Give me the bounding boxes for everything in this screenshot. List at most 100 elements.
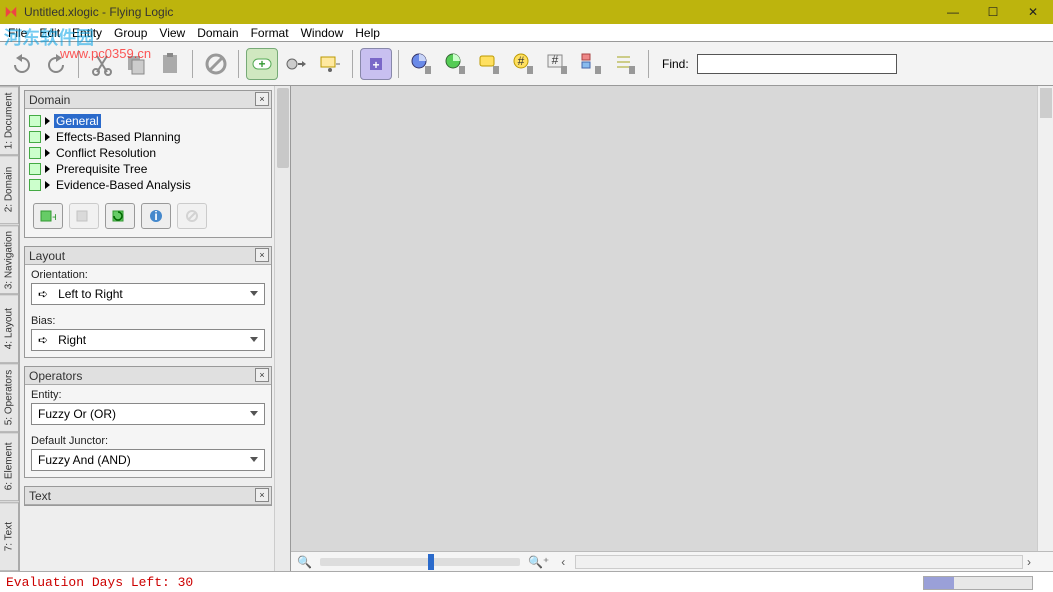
vtab-text[interactable]: 7: Text: [0, 502, 19, 571]
add-group-button[interactable]: [314, 48, 346, 80]
layout-panel-header: Layout ×: [25, 247, 271, 265]
expand-icon[interactable]: [45, 149, 50, 157]
domain-item-conflict[interactable]: Conflict Resolution: [29, 145, 267, 161]
domain-item-prerequisite[interactable]: Prerequisite Tree: [29, 161, 267, 177]
app-icon: [4, 5, 18, 19]
domain-item-evidence[interactable]: Evidence-Based Analysis: [29, 177, 267, 193]
menu-file[interactable]: File: [2, 25, 33, 41]
statusbar: Evaluation Days Left: 30: [0, 572, 1053, 592]
paste-button[interactable]: [154, 48, 186, 80]
link-domain-button: [69, 203, 99, 229]
domain-item-general[interactable]: General: [29, 113, 267, 129]
expand-icon[interactable]: [45, 165, 50, 173]
diagram-canvas[interactable]: [291, 86, 1053, 551]
expand-icon[interactable]: [45, 181, 50, 189]
vtab-document[interactable]: 1: Document: [0, 86, 19, 155]
text-panel: Text ×: [24, 486, 272, 506]
orientation-value: Left to Right: [58, 287, 123, 301]
sidebar-scrollbar[interactable]: [274, 86, 290, 571]
entity-label: Entity:: [25, 385, 271, 403]
vtab-operators[interactable]: 5: Operators: [0, 363, 19, 432]
vtab-navigation[interactable]: 3: Navigation: [0, 225, 19, 294]
toolbar-separator: [648, 50, 650, 78]
redo-button[interactable]: [40, 48, 72, 80]
menu-help[interactable]: Help: [349, 25, 386, 41]
domain-item-label: Evidence-Based Analysis: [54, 178, 193, 192]
maximize-button[interactable]: ☐: [973, 0, 1013, 24]
domain-item-label: Conflict Resolution: [54, 146, 158, 160]
menu-domain[interactable]: Domain: [191, 25, 244, 41]
entity-select[interactable]: Fuzzy Or (OR): [31, 403, 265, 425]
arrow-right-icon: ➪: [38, 287, 48, 301]
scrollbar-thumb[interactable]: [277, 88, 289, 168]
domain-icon: [29, 179, 41, 191]
add-node-button[interactable]: [280, 48, 312, 80]
find-input[interactable]: [697, 54, 897, 74]
canvas-horizontal-scrollbar[interactable]: [575, 555, 1023, 569]
orientation-select[interactable]: ➪ Left to Right: [31, 283, 265, 305]
junctor-value: Fuzzy And (AND): [38, 453, 131, 467]
zoom-slider-handle[interactable]: [428, 554, 434, 570]
titlebar: Untitled.xlogic - Flying Logic — ☐ ✕: [0, 0, 1053, 24]
layout-lines-button[interactable]: [610, 48, 642, 80]
bias-select[interactable]: ➪ Right: [31, 329, 265, 351]
svg-text:+: +: [52, 210, 56, 223]
sidebar: Domain × General Effects-Based Planning: [20, 86, 290, 571]
operators-panel-close-icon[interactable]: ×: [255, 368, 269, 382]
domain-panel-close-icon[interactable]: ×: [255, 92, 269, 106]
confidence-yellow-button[interactable]: [474, 48, 506, 80]
domain-icon: [29, 147, 41, 159]
text-panel-close-icon[interactable]: ×: [255, 488, 269, 502]
scroll-left-icon[interactable]: ‹: [561, 555, 565, 569]
domain-item-effects[interactable]: Effects-Based Planning: [29, 129, 267, 145]
copy-button[interactable]: [120, 48, 152, 80]
domain-item-label: Effects-Based Planning: [54, 130, 183, 144]
vtab-element[interactable]: 6: Element: [0, 432, 19, 501]
add-entity-button[interactable]: +: [246, 48, 278, 80]
svg-text:+: +: [258, 57, 265, 71]
toolbar-separator: [192, 50, 194, 78]
menu-window[interactable]: Window: [295, 25, 350, 41]
expand-icon[interactable]: [45, 133, 50, 141]
info-domain-button[interactable]: i: [141, 203, 171, 229]
entity-hash-button[interactable]: #: [542, 48, 574, 80]
menubar: File Edit Entity Group View Domain Forma…: [0, 24, 1053, 42]
layout-panel-close-icon[interactable]: ×: [255, 248, 269, 262]
junctor-select[interactable]: Fuzzy And (AND): [31, 449, 265, 471]
canvas-area: 🔍 🔍⁺ ‹ ›: [290, 86, 1053, 571]
canvas-footer: 🔍 🔍⁺ ‹ ›: [291, 551, 1053, 571]
confidence-blue-button[interactable]: [406, 48, 438, 80]
svg-text:#: #: [552, 53, 559, 67]
multi-view-button[interactable]: [576, 48, 608, 80]
toolbar-separator: [78, 50, 80, 78]
domain-list: General Effects-Based Planning Conflict …: [25, 109, 271, 197]
new-domain-button[interactable]: +: [33, 203, 63, 229]
refresh-domain-button[interactable]: [105, 203, 135, 229]
chevron-down-icon: [250, 457, 258, 462]
zoom-out-icon[interactable]: 🔍: [297, 555, 312, 569]
zoom-in-icon[interactable]: 🔍⁺: [528, 555, 549, 569]
menu-format[interactable]: Format: [245, 25, 295, 41]
entity-id-button[interactable]: #: [508, 48, 540, 80]
undo-button[interactable]: [6, 48, 38, 80]
cut-button[interactable]: [86, 48, 118, 80]
domain-panel-header: Domain ×: [25, 91, 271, 109]
menu-group[interactable]: Group: [108, 25, 153, 41]
confidence-green-button[interactable]: [440, 48, 472, 80]
scroll-right-icon[interactable]: ›: [1027, 555, 1031, 569]
scrollbar-thumb[interactable]: [1040, 88, 1052, 118]
svg-text:#: #: [518, 54, 525, 68]
text-panel-title: Text: [29, 489, 51, 503]
expand-icon[interactable]: [45, 117, 50, 125]
menu-edit[interactable]: Edit: [33, 25, 66, 41]
close-button[interactable]: ✕: [1013, 0, 1053, 24]
collapse-button[interactable]: +: [360, 48, 392, 80]
menu-view[interactable]: View: [153, 25, 191, 41]
block-button[interactable]: [200, 48, 232, 80]
minimize-button[interactable]: —: [933, 0, 973, 24]
zoom-slider[interactable]: [320, 558, 520, 566]
canvas-vertical-scrollbar[interactable]: [1037, 86, 1053, 551]
vtab-layout[interactable]: 4: Layout: [0, 294, 19, 363]
vtab-domain[interactable]: 2: Domain: [0, 155, 19, 224]
menu-entity[interactable]: Entity: [66, 25, 108, 41]
